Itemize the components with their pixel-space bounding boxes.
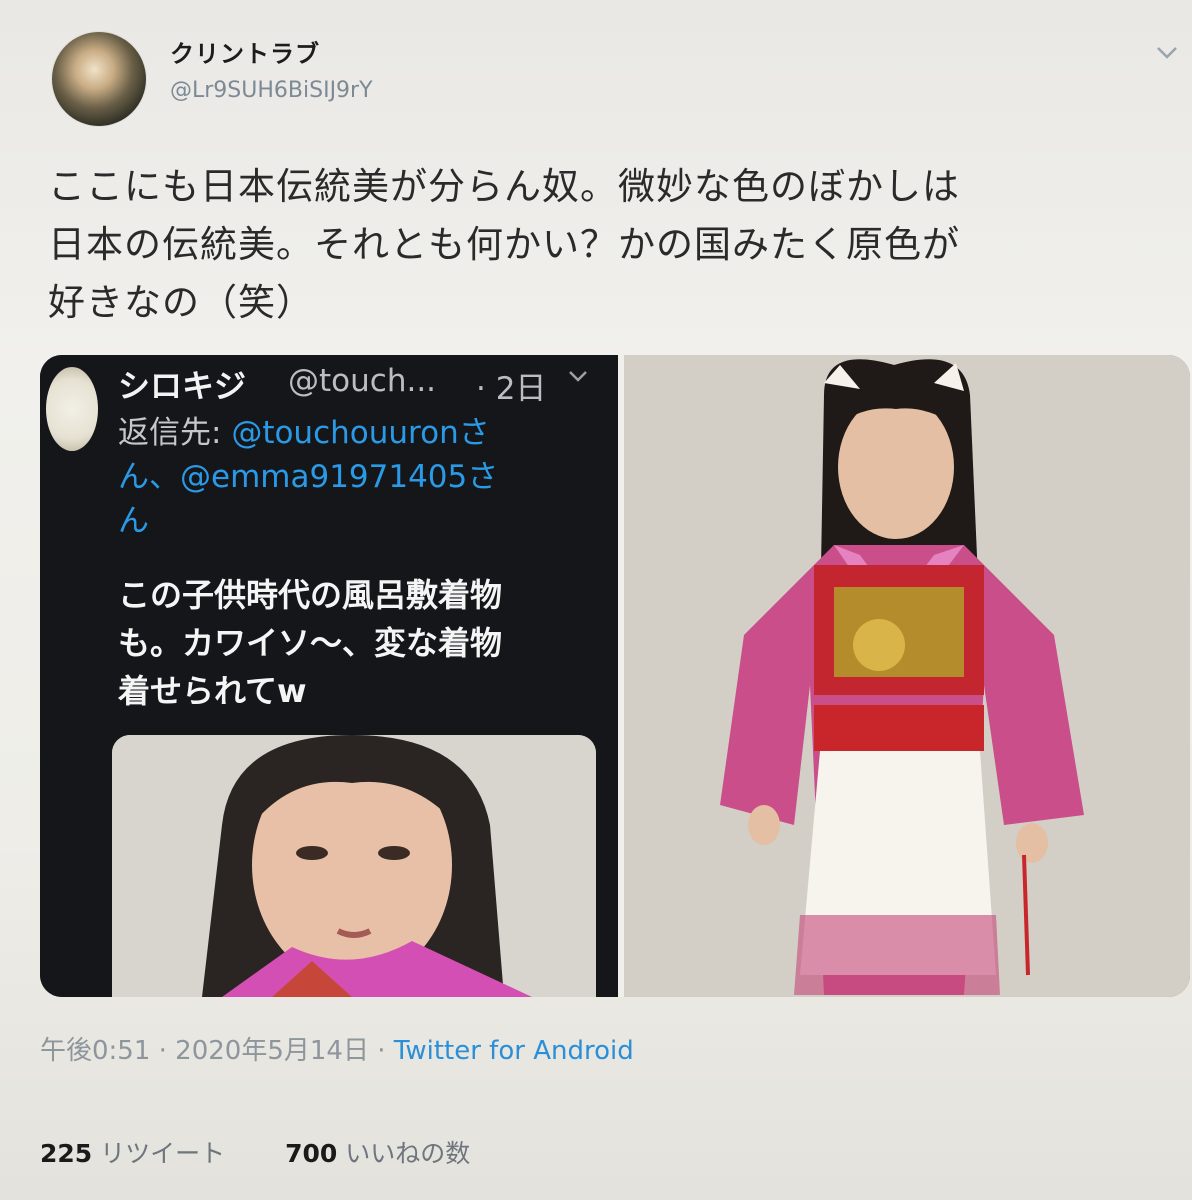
reply-mention: @emma91971405: [180, 459, 468, 495]
reply-joiner: さ: [458, 415, 490, 451]
quoted-body-line: も。カワイソ〜、変な着物: [118, 624, 503, 662]
chevron-down-icon[interactable]: [1156, 44, 1178, 66]
tweet-text-line: 好きなの（笑）: [48, 281, 314, 324]
chevron-down-icon: [568, 363, 588, 388]
like-count: 700: [285, 1139, 338, 1168]
quoted-screenshot-image[interactable]: シロキジ @touch... · 2日 返信先: @touchouuronさ ん…: [40, 355, 618, 997]
like-stat[interactable]: 700 いいねの数: [285, 1139, 470, 1168]
retweet-stat[interactable]: 225 リツイート: [40, 1139, 225, 1168]
retweet-label: リツイート: [100, 1139, 226, 1168]
reply-prefix: 返信先:: [118, 415, 232, 451]
author-avatar[interactable]: [52, 32, 146, 126]
reply-prefix: ん、: [118, 459, 180, 495]
tweet-text-line: 日本の伝統美。それとも何かい？かの国みたく原色が: [48, 223, 960, 266]
retweet-count: 225: [40, 1139, 93, 1168]
tweet-media[interactable]: シロキジ @touch... · 2日 返信先: @touchouuronさ ん…: [40, 355, 1190, 997]
quoted-body-line: 着せられてw: [118, 672, 307, 710]
reply-joiner: さ: [467, 459, 499, 495]
tweet-timestamp[interactable]: 午後0:51 · 2020年5月14日 ·: [40, 1036, 394, 1066]
kimono-photo[interactable]: [624, 355, 1190, 997]
quoted-body-line: この子供時代の風呂敷着物: [118, 576, 503, 614]
tweet-source-link[interactable]: Twitter for Android: [394, 1036, 634, 1066]
quoted-body: この子供時代の風呂敷着物 も。カワイソ〜、変な着物 着せられてw: [118, 571, 598, 715]
quoted-handle: @touch...: [288, 363, 437, 399]
tweet-stats: 225 リツイート 700 いいねの数: [40, 1134, 470, 1170]
tweet-text: ここにも日本伝統美が分らん奴。微妙な色のぼかしは 日本の伝統美。それとも何かい？…: [48, 158, 1178, 332]
quoted-display-name: シロキジ: [118, 367, 247, 405]
quoted-timestamp: · 2日: [476, 371, 547, 407]
reply-suffix: ん: [118, 503, 149, 539]
quoted-avatar: [46, 367, 98, 451]
like-label: いいねの数: [345, 1139, 471, 1168]
tweet-text-line: ここにも日本伝統美が分らん奴。微妙な色のぼかしは: [48, 165, 960, 208]
tweet-meta: 午後0:51 · 2020年5月14日 · Twitter for Androi…: [40, 1030, 634, 1067]
author-display-name[interactable]: クリントラブ: [170, 34, 320, 69]
quoted-reply-to: 返信先: @touchouuronさ ん、@emma91971405さ ん: [118, 411, 598, 543]
author-handle[interactable]: @Lr9SUH6BiSIJ9rY: [170, 78, 373, 103]
reply-mention: @touchouuron: [231, 415, 459, 451]
quoted-photo: [112, 735, 596, 997]
